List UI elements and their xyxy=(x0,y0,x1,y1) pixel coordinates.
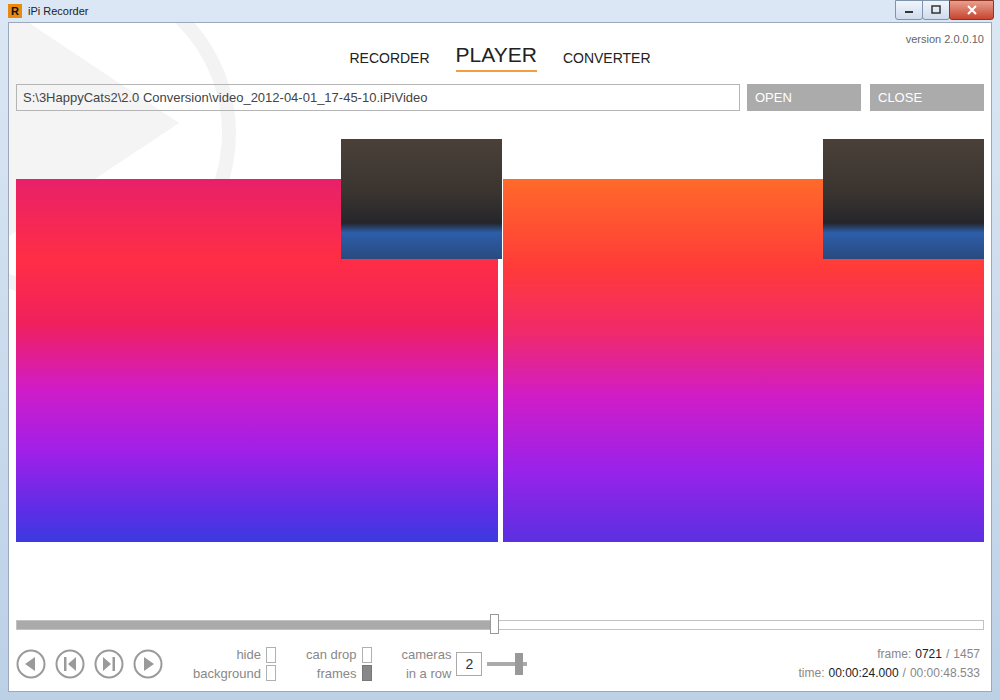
option-label: hide xyxy=(193,645,261,664)
maximize-icon xyxy=(931,5,941,15)
file-button[interactable]: CLOSE xyxy=(870,84,984,111)
option-toggle[interactable]: hidebackground xyxy=(193,645,276,683)
option-toggle[interactable]: can dropframes xyxy=(306,645,372,683)
time-label: time: xyxy=(798,664,824,683)
cameras-in-row: camerasin a row 2 xyxy=(402,645,528,683)
timeline-slider[interactable] xyxy=(16,615,984,635)
cameras-label: cameras xyxy=(402,645,452,664)
maximize-button[interactable] xyxy=(922,0,950,20)
switch-icon xyxy=(362,647,372,681)
step-back-icon xyxy=(55,649,85,679)
separator: / xyxy=(946,645,949,664)
step-forward-button[interactable] xyxy=(94,649,124,679)
file-button[interactable]: OPEN xyxy=(747,84,861,111)
frame-value: 0721 xyxy=(915,645,942,664)
option-label: background xyxy=(193,664,261,683)
client-area: RECORDER PLAYER CONVERTER version 2.0.0.10… xyxy=(8,22,992,692)
version-label: version 2.0.0.10 xyxy=(906,23,984,45)
tab[interactable]: PLAYER xyxy=(456,43,537,72)
color-thumbnail xyxy=(823,139,984,259)
cameras-count-field[interactable]: 2 xyxy=(456,652,482,676)
option-label: frames xyxy=(306,664,357,683)
separator: / xyxy=(903,664,906,683)
duration: 00:00:48.533 xyxy=(910,664,980,683)
camera-views xyxy=(16,139,984,542)
camera-view xyxy=(503,139,985,542)
tab-bar: RECORDER PLAYER CONVERTER xyxy=(349,23,650,72)
minimize-icon xyxy=(904,5,914,15)
prev-icon xyxy=(16,649,46,679)
cameras-slider[interactable] xyxy=(487,653,527,675)
window-title: iPi Recorder xyxy=(28,5,89,17)
file-path-field[interactable]: S:\3HappyCats2\2.0 Conversion\video_2012… xyxy=(16,84,740,111)
title-bar: R iPi Recorder xyxy=(0,0,1000,22)
play-button[interactable] xyxy=(133,649,163,679)
frame-total: 1457 xyxy=(953,645,980,664)
tab[interactable]: RECORDER xyxy=(349,50,429,72)
step-back-button[interactable] xyxy=(55,649,85,679)
camera-view xyxy=(16,139,498,542)
logo-icon: R xyxy=(8,4,22,18)
time-value: 00:00:24.000 xyxy=(829,664,899,683)
cameras-label: in a row xyxy=(402,664,452,683)
tab[interactable]: CONVERTER xyxy=(563,50,651,72)
step-forward-icon xyxy=(94,649,124,679)
status-readout: frame: 0721 / 1457 time: 00:00:24.000 / … xyxy=(798,645,984,683)
timeline-thumb[interactable] xyxy=(490,614,499,634)
frame-label: frame: xyxy=(877,645,911,664)
prev-button[interactable] xyxy=(16,649,46,679)
app-window: R iPi Recorder RECORDER PLAYER CONVERTER v… xyxy=(0,0,1000,700)
close-icon xyxy=(967,5,977,15)
color-thumbnail xyxy=(341,139,502,259)
minimize-button[interactable] xyxy=(895,0,923,20)
switch-icon xyxy=(266,647,276,681)
play-icon xyxy=(133,649,163,679)
option-label: can drop xyxy=(306,645,357,664)
close-window-button[interactable] xyxy=(949,0,994,20)
